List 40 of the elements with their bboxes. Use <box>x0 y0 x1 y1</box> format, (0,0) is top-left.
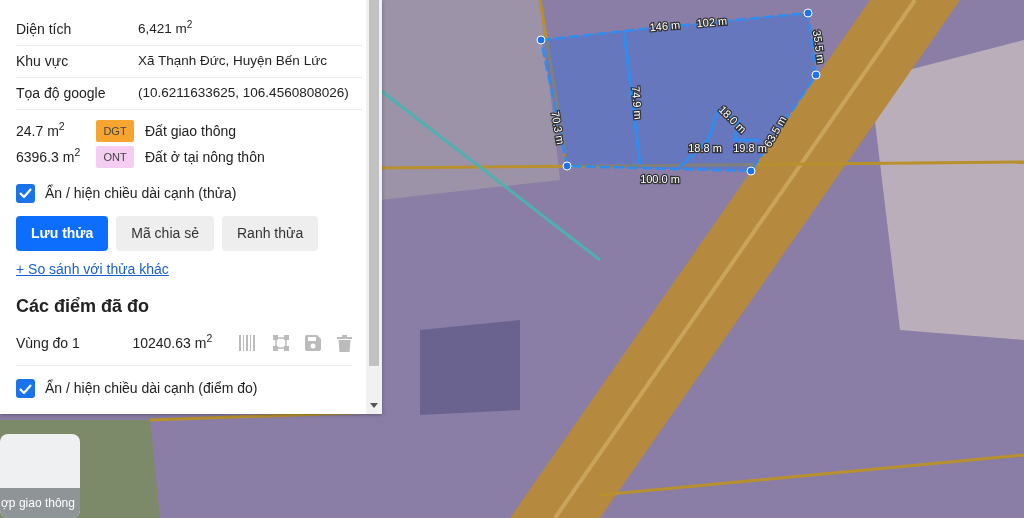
scroll-down-arrow-icon[interactable] <box>370 402 378 408</box>
layer-thumbnail[interactable]: ợp giao thông <box>0 434 80 518</box>
land-use-name: Đất ở tại nông thôn <box>145 147 265 167</box>
land-area: 6396.3 m$^{2}$ <box>16 146 96 168</box>
edge-length-label: 70.3 m <box>549 110 567 146</box>
action-button[interactable]: Mã chia sẻ <box>116 216 214 251</box>
land-use-code: ONT <box>96 146 134 168</box>
edge-length-label: 18.0 m <box>716 103 749 136</box>
checkbox[interactable] <box>16 379 35 399</box>
compare-link[interactable]: + So sánh với thửa khác <box>16 261 169 277</box>
thumbnail-label: ợp giao thông <box>0 488 80 518</box>
checkbox-label: Ẩn / hiện chiều dài cạnh (điểm đo) <box>45 378 258 399</box>
edge-length-label: 146 m <box>649 18 681 34</box>
action-button[interactable]: Lưu thửa <box>16 216 109 251</box>
measure-name: Vùng đo 1 <box>16 333 81 353</box>
action-button[interactable]: Ranh thửa <box>222 216 319 251</box>
field-value: 6,421 m$^{2}$ <box>138 19 193 39</box>
field-label: Diện tích <box>16 20 73 39</box>
polygon-select-icon[interactable] <box>273 335 289 352</box>
measured-area-polygon[interactable] <box>536 8 821 176</box>
checkbox[interactable] <box>16 183 35 203</box>
measure-area: 10240.63 m$^{2}$ <box>132 332 239 354</box>
edge-length-label: 102 m <box>696 14 728 30</box>
edge-length-label: 35.5 m <box>810 29 828 65</box>
edge-length-label: 100.0 m <box>640 172 680 185</box>
land-area: 24.7 m$^{2}$ <box>16 120 96 142</box>
field-label: Tọa độ google <box>16 84 107 103</box>
edge-length-label: 74.9 m <box>629 85 645 121</box>
field-value: (10.6211633625, 106.4560808026) <box>138 84 349 103</box>
field-value: Xã Thạnh Đức, Huyện Bến Lức <box>138 52 327 71</box>
section-title: Các điểm đã đo <box>16 296 151 318</box>
edge-length-label: 18.8 m <box>688 141 722 154</box>
barcode-icon[interactable] <box>239 335 257 352</box>
scrollbar[interactable] <box>366 0 382 414</box>
checkbox-label: Ẩn / hiện chiều dài cạnh (thửa) <box>45 183 237 203</box>
land-use-name: Đất giao thông <box>145 121 237 141</box>
field-label: Khu vực <box>16 52 70 71</box>
land-use-code: DGT <box>96 120 134 142</box>
trash-icon[interactable] <box>337 334 352 352</box>
save-icon[interactable] <box>305 335 321 352</box>
